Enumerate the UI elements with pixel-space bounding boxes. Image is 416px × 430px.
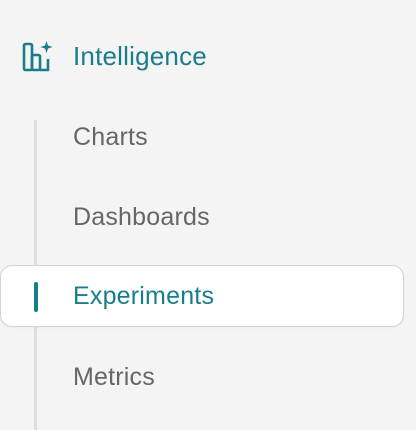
nav-item-label: Metrics [73,362,155,391]
nav-item-label: Experiments [73,281,215,310]
nav-item-label: Charts [73,122,148,151]
active-indicator [34,282,38,312]
nav-item-metrics[interactable]: Metrics [0,346,404,408]
nav-item-experiments[interactable]: Experiments [0,265,404,327]
nav-item-dashboards[interactable]: Dashboards [0,186,404,248]
chart-sparkle-icon [22,39,54,73]
nav-item-label: Dashboards [73,202,210,231]
section-intelligence[interactable]: Intelligence [22,38,207,74]
section-label: Intelligence [73,40,207,71]
sidebar-nav: Intelligence Charts Dashboards Experimen… [0,0,416,430]
nav-item-charts[interactable]: Charts [0,106,404,168]
